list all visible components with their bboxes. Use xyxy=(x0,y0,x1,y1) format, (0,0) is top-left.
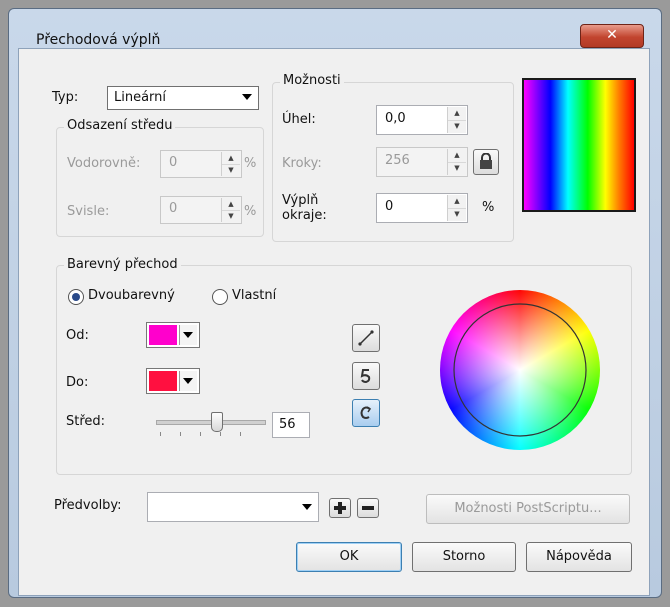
counterclockwise-path-icon xyxy=(360,369,371,384)
midpoint-label: Střed: xyxy=(66,414,106,429)
edge-pad-label-line2: okraje: xyxy=(282,208,327,223)
angle-field[interactable]: 0,0 ▲ ▼ xyxy=(376,105,468,135)
horizontal-unit: % xyxy=(244,156,257,171)
to-color-picker[interactable] xyxy=(146,368,200,394)
center-offset-legend: Odsazení středu xyxy=(64,118,176,133)
angle-label: Úhel: xyxy=(282,112,316,127)
options-legend: Možnosti xyxy=(280,73,344,88)
presets-combobox[interactable] xyxy=(147,492,319,522)
angle-stepper[interactable]: ▲ ▼ xyxy=(447,107,466,133)
type-value: Lineární xyxy=(114,90,167,105)
gradient-preview-fill xyxy=(524,80,634,210)
steps-field[interactable]: 256 ▲ ▼ xyxy=(376,147,468,177)
horizontal-offset-stepper[interactable]: ▲ ▼ xyxy=(221,152,240,176)
dialog-title: Přechodová výplň xyxy=(36,32,161,48)
cancel-button[interactable]: Storno xyxy=(412,542,516,572)
color-path-outline xyxy=(453,303,587,437)
chevron-down-icon xyxy=(183,378,193,384)
close-button[interactable]: ✕ xyxy=(580,24,644,48)
ok-button[interactable]: OK xyxy=(296,542,402,572)
horizontal-offset-value: 0 xyxy=(169,155,178,170)
gradient-preview xyxy=(522,78,636,212)
midpoint-value: 56 xyxy=(279,417,296,432)
steps-stepper[interactable]: ▲ ▼ xyxy=(447,149,466,175)
from-label: Od: xyxy=(66,328,89,343)
custom-radio[interactable] xyxy=(212,289,228,305)
chevron-down-icon xyxy=(183,332,193,338)
angle-value: 0,0 xyxy=(385,111,406,126)
radio-selected-dot xyxy=(72,293,80,301)
postscript-options-button[interactable]: Možnosti PostScriptu... xyxy=(426,494,630,524)
color-wheel[interactable] xyxy=(440,290,600,450)
presets-label: Předvolby: xyxy=(54,498,122,513)
minus-icon xyxy=(362,506,374,510)
direct-path-button[interactable] xyxy=(352,324,380,352)
type-label: Typ: xyxy=(52,90,79,105)
custom-label: Vlastní xyxy=(232,288,277,303)
vertical-unit: % xyxy=(244,204,257,219)
midpoint-field[interactable]: 56 xyxy=(272,412,310,438)
steps-lock-button[interactable] xyxy=(473,149,499,175)
vertical-offset-value: 0 xyxy=(169,201,178,216)
edge-pad-label: Výplň okraje: xyxy=(282,193,327,223)
help-button[interactable]: Nápověda xyxy=(526,542,632,572)
steps-value: 256 xyxy=(385,153,410,168)
midpoint-slider-thumb[interactable] xyxy=(210,412,223,432)
chevron-down-icon xyxy=(302,504,312,510)
edge-pad-label-line1: Výplň xyxy=(282,193,319,208)
vertical-offset-stepper[interactable]: ▲ ▼ xyxy=(221,198,240,222)
vertical-label: Svisle: xyxy=(67,204,110,219)
edge-pad-value: 0 xyxy=(385,199,394,214)
counterclockwise-path-button[interactable] xyxy=(352,362,380,390)
horizontal-offset-field[interactable]: 0 ▲ ▼ xyxy=(160,150,242,178)
plus-icon xyxy=(334,502,346,514)
remove-preset-button[interactable] xyxy=(357,498,379,518)
two-color-radio[interactable] xyxy=(68,289,84,305)
from-color-picker[interactable] xyxy=(146,322,200,348)
steps-label: Kroky: xyxy=(282,156,322,171)
add-preset-button[interactable] xyxy=(329,498,351,518)
clockwise-path-button[interactable] xyxy=(352,399,380,427)
color-blend-legend: Barevný přechod xyxy=(64,257,181,272)
clockwise-path-icon xyxy=(360,406,372,419)
edge-pad-stepper[interactable]: ▲ ▼ xyxy=(447,195,466,221)
vertical-offset-field[interactable]: 0 ▲ ▼ xyxy=(160,196,242,224)
chevron-down-icon xyxy=(242,94,252,100)
edge-pad-field[interactable]: 0 ▲ ▼ xyxy=(376,193,468,223)
two-color-label: Dvoubarevný xyxy=(88,288,175,303)
type-combobox[interactable]: Lineární xyxy=(107,86,259,110)
horizontal-label: Vodorovně: xyxy=(67,156,141,171)
to-color-swatch xyxy=(149,371,177,391)
lock-icon xyxy=(480,153,492,169)
from-color-dropdown[interactable] xyxy=(179,325,197,345)
to-label: Do: xyxy=(66,375,89,390)
midpoint-slider-ticks xyxy=(160,432,260,436)
from-color-swatch xyxy=(149,325,177,345)
edge-pad-unit: % xyxy=(482,200,495,215)
direct-path-icon xyxy=(358,330,374,346)
to-color-dropdown[interactable] xyxy=(179,371,197,391)
